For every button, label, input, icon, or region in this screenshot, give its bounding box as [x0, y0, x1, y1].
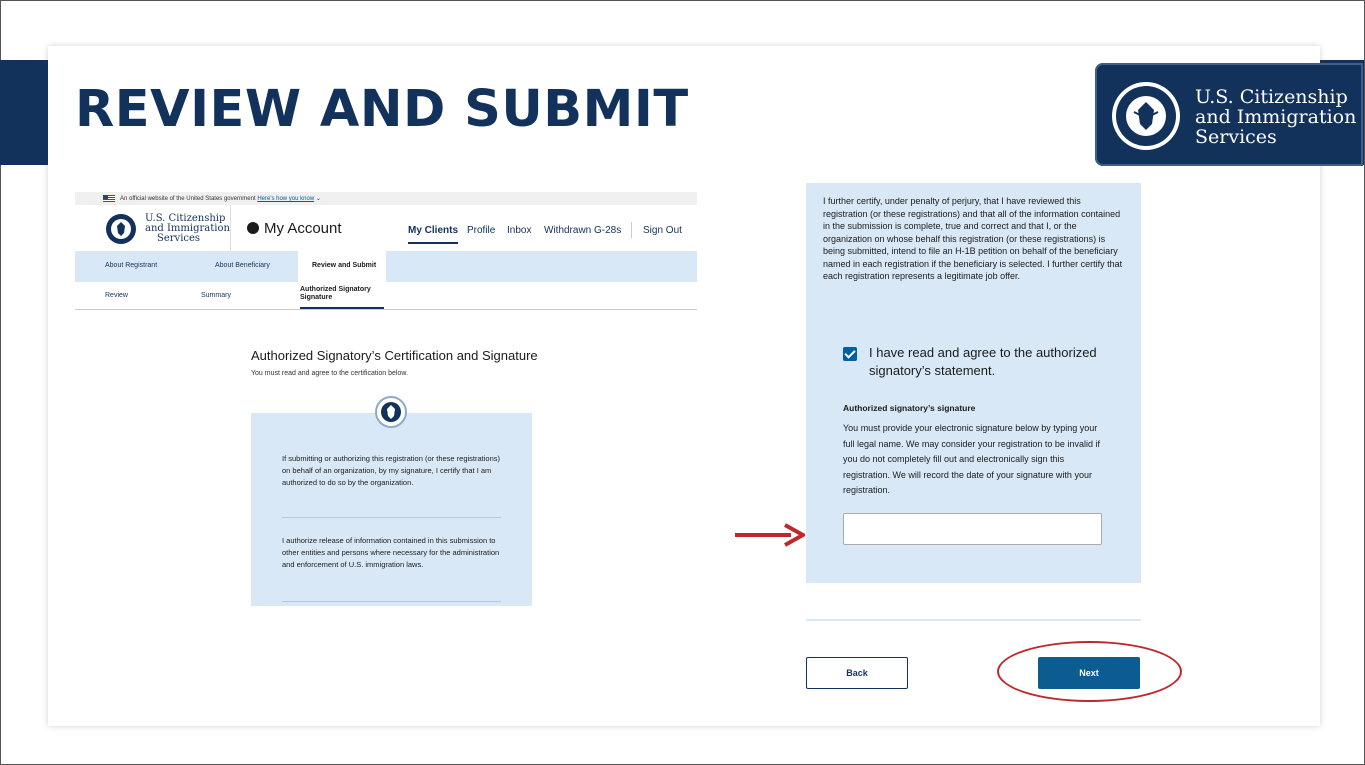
header-divider	[230, 205, 231, 250]
nav-sign-out[interactable]: Sign Out	[643, 225, 682, 236]
substep-summary[interactable]: Summary	[201, 292, 231, 299]
site-brand[interactable]: U.S. Citizenship and Immigration Service…	[145, 214, 230, 244]
nav-profile[interactable]: Profile	[467, 225, 495, 236]
substep-authorized-signatory[interactable]: Authorized Signatory Signature	[300, 286, 384, 309]
nav-inbox[interactable]: Inbox	[507, 225, 531, 236]
certification-box: If submitting or authorizing this regist…	[251, 413, 532, 606]
red-arrow-annotation-icon	[735, 523, 805, 547]
nav-separator	[631, 222, 632, 238]
signature-input[interactable]	[843, 513, 1102, 545]
certification-title: Authorized Signatory’s Certification and…	[251, 348, 538, 363]
certification-divider	[282, 517, 501, 518]
certify-statement-text: I further certify, under penalty of perj…	[823, 196, 1123, 281]
step-about-beneficiary[interactable]: About Beneficiary	[215, 262, 270, 269]
slide-title: REVIEW AND SUBMIT	[75, 80, 689, 139]
nav-withdrawn-g28s[interactable]: Withdrawn G-28s	[544, 225, 621, 236]
left-accent-band	[0, 60, 48, 165]
agree-checkbox[interactable]	[843, 347, 857, 361]
gov-banner-text: An official website of the United States…	[120, 196, 256, 202]
site-header: U.S. Citizenship and Immigration Service…	[75, 205, 697, 250]
sub-step-tabs: Review Summary Authorized Signatory Sign…	[75, 282, 697, 310]
back-button[interactable]: Back	[806, 657, 908, 689]
certification-subtitle: You must read and agree to the certifica…	[251, 370, 408, 377]
certification-paragraph-2: I authorize release of information conta…	[282, 536, 500, 569]
my-account-title: My Account	[247, 220, 342, 237]
gov-banner: An official website of the United States…	[75, 192, 697, 205]
dhs-seal-icon	[375, 396, 407, 428]
user-circle-icon	[247, 222, 259, 234]
signatory-statement-panel: I further certify, under penalty of perj…	[806, 183, 1141, 583]
substep-review[interactable]: Review	[105, 292, 128, 299]
uscis-logo-text: U.S. Citizenship and Immigration Service…	[1195, 86, 1357, 148]
step-about-registrant[interactable]: About Registrant	[105, 262, 157, 269]
heres-how-you-know-link[interactable]: Here's how you know	[257, 196, 314, 202]
us-flag-icon	[103, 195, 115, 202]
step-review-and-submit[interactable]: Review and Submit	[298, 251, 386, 282]
signature-instructions: You must provide your electronic signatu…	[843, 423, 1100, 495]
red-circle-annotation	[997, 641, 1182, 702]
certification-paragraph-1: If submitting or authorizing this regist…	[282, 454, 501, 487]
dhs-seal-icon[interactable]	[105, 213, 137, 245]
signature-heading: Authorized signatory’s signature	[843, 403, 976, 413]
step-tabs: About Registrant About Beneficiary Revie…	[75, 251, 697, 282]
nav-my-clients[interactable]: My Clients	[408, 225, 459, 244]
section-divider	[806, 619, 1141, 621]
agree-checkbox-label[interactable]: I have read and agree to the authorized …	[869, 344, 1109, 380]
dhs-seal-icon	[1112, 82, 1180, 150]
certification-divider	[282, 601, 501, 602]
